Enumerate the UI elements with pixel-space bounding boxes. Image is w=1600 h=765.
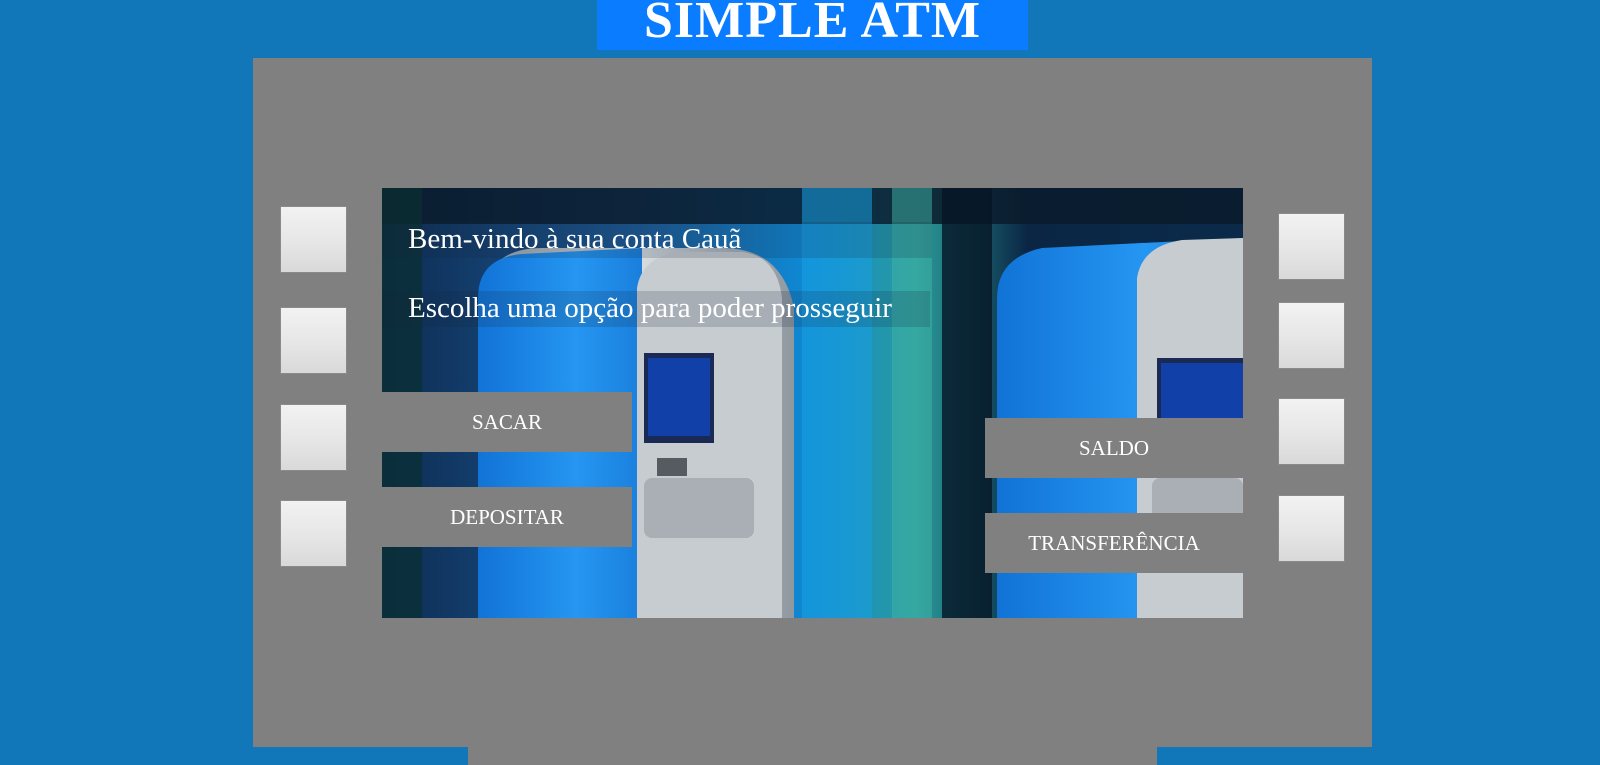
right-key-2[interactable] bbox=[1278, 302, 1345, 369]
welcome-message: Bem-vindo à sua conta Cauã bbox=[382, 222, 932, 258]
app-title: SIMPLE ATM bbox=[597, 0, 1028, 50]
left-key-3[interactable] bbox=[280, 404, 347, 471]
right-key-3[interactable] bbox=[1278, 398, 1345, 465]
withdraw-button[interactable]: SACAR bbox=[382, 392, 632, 452]
transfer-button[interactable]: TRANSFERÊNCIA bbox=[985, 513, 1243, 573]
balance-button[interactable]: SALDO bbox=[985, 418, 1243, 478]
instruction-message: Escolha uma opção para poder prosseguir bbox=[382, 291, 930, 327]
left-key-2[interactable] bbox=[280, 307, 347, 374]
atm-machine-base bbox=[468, 747, 1157, 765]
deposit-button[interactable]: DEPOSITAR bbox=[382, 487, 632, 547]
left-key-4[interactable] bbox=[280, 500, 347, 567]
right-key-4[interactable] bbox=[1278, 495, 1345, 562]
right-key-1[interactable] bbox=[1278, 213, 1345, 280]
left-key-1[interactable] bbox=[280, 206, 347, 273]
